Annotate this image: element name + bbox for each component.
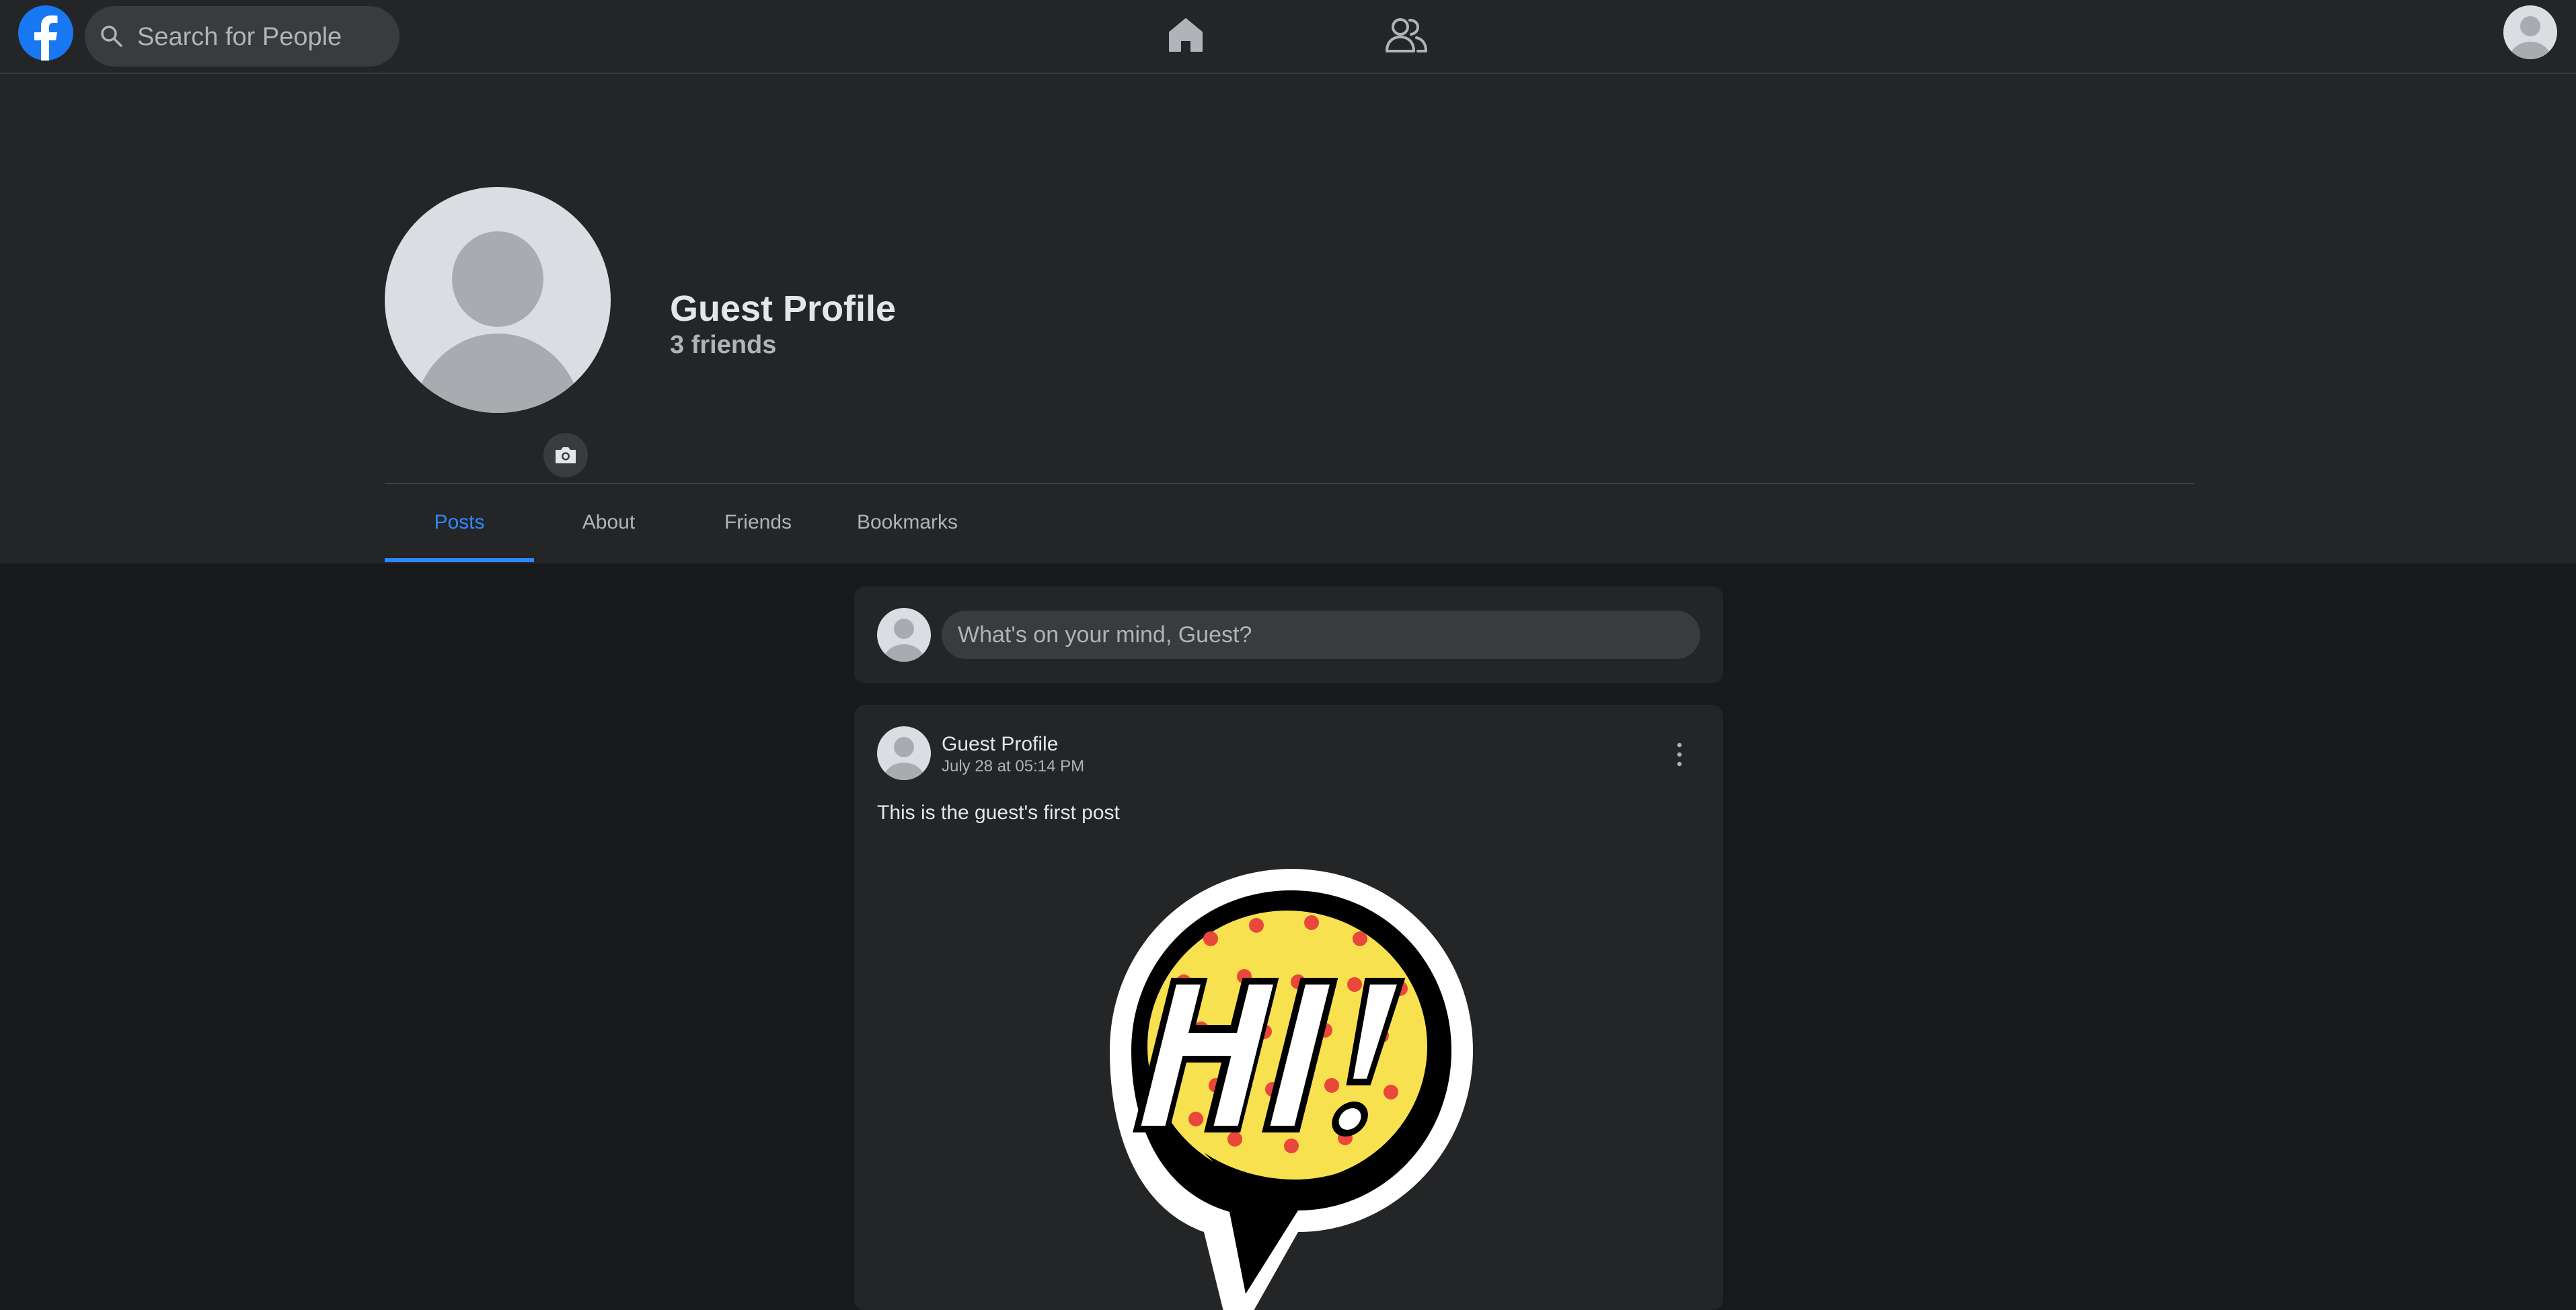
friends-icon[interactable] <box>1384 15 1429 55</box>
more-options-icon[interactable] <box>1669 740 1690 769</box>
tab-bookmarks[interactable]: Bookmarks <box>833 486 982 566</box>
home-icon[interactable] <box>1166 15 1206 55</box>
hi-speech-bubble-sticker <box>1110 869 1473 1310</box>
post-text: This is the guest's first post <box>877 802 1120 824</box>
change-photo-button[interactable] <box>543 433 588 477</box>
post-card: Guest Profile July 28 at 05:14 PM This i… <box>854 705 1723 1310</box>
profile-picture[interactable] <box>385 187 611 413</box>
composer-avatar[interactable] <box>877 608 931 662</box>
profile-name: Guest Profile <box>670 288 897 329</box>
tab-about[interactable]: About <box>534 486 683 566</box>
tab-friends[interactable]: Friends <box>683 486 833 566</box>
search-icon <box>101 26 122 47</box>
friends-count[interactable]: 3 friends <box>670 331 776 360</box>
composer-input[interactable]: What's on your mind, Guest? <box>942 611 1700 659</box>
active-tab-indicator <box>385 558 534 562</box>
camera-icon <box>556 447 576 463</box>
top-navbar <box>0 0 2576 74</box>
post-author-avatar[interactable] <box>877 726 931 780</box>
search-bar[interactable] <box>85 6 400 68</box>
facebook-logo-icon[interactable] <box>18 5 73 61</box>
default-user-icon <box>877 608 931 662</box>
default-user-icon <box>385 187 611 413</box>
tab-posts[interactable]: Posts <box>385 486 534 566</box>
post-composer: What's on your mind, Guest? <box>854 586 1723 683</box>
account-avatar[interactable] <box>2503 5 2557 59</box>
header-divider <box>385 483 2194 484</box>
default-user-icon <box>877 726 931 780</box>
post-author-name[interactable]: Guest Profile <box>942 733 1058 756</box>
post-timestamp[interactable]: July 28 at 05:14 PM <box>942 757 1084 776</box>
search-input[interactable] <box>136 6 387 68</box>
default-user-icon <box>2503 5 2557 59</box>
